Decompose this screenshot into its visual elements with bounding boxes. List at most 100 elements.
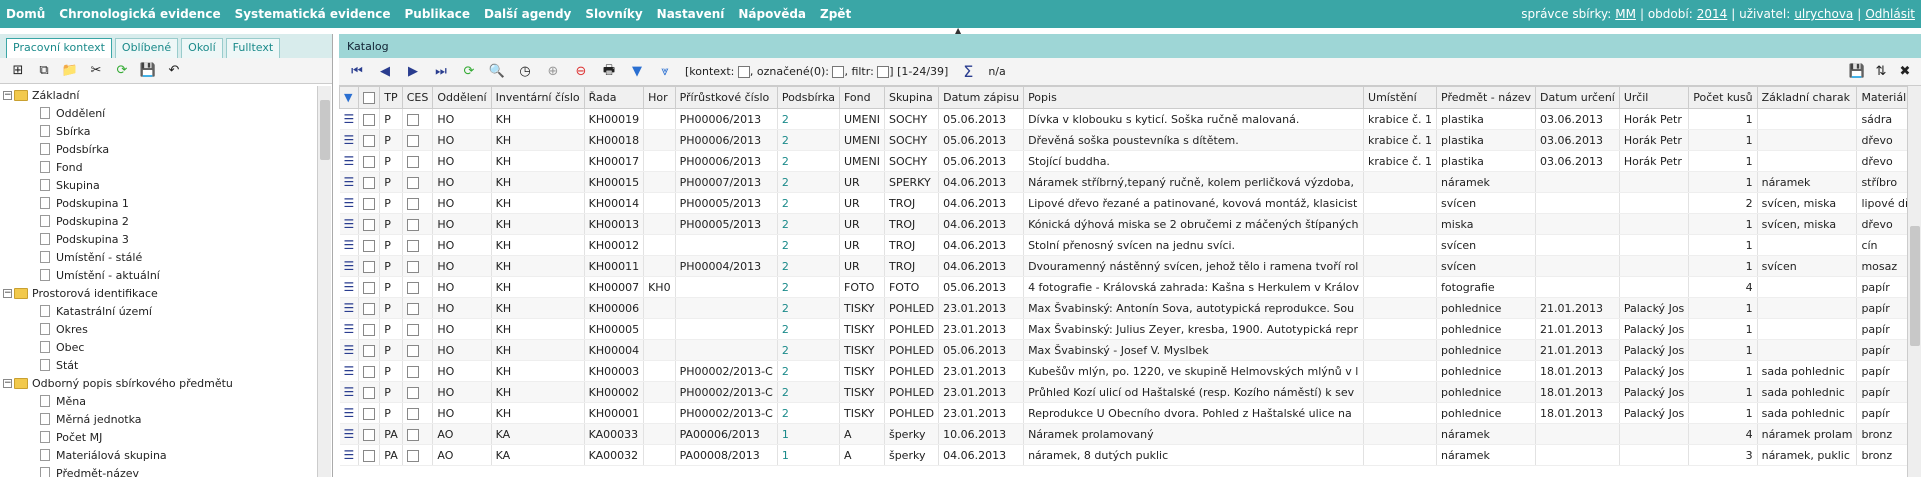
logout-link[interactable]: Odhlásit	[1865, 7, 1915, 21]
collapse-icon[interactable]: −	[3, 90, 12, 100]
row-checkbox[interactable]	[363, 302, 376, 315]
nav-item[interactable]: Chronologická evidence	[59, 7, 220, 21]
tree-item[interactable]: Fond	[0, 158, 316, 176]
table-row[interactable]: ☰ P HO KH KH00018 PH00006/2013 2 UMENI SOCHY 05.0…	[339, 129, 1907, 151]
copy-icon[interactable]: ⧉	[36, 63, 52, 79]
tree-item[interactable]: Katastrální území	[0, 302, 316, 320]
table-row[interactable]: ☰ P HO KH KH00013 PH00005/2013 2 UR TROJ 04.06.20…	[339, 213, 1907, 235]
add-icon[interactable]: ⊞	[10, 63, 26, 79]
marked-checkbox[interactable]	[832, 66, 845, 78]
sort-icon[interactable]: ⇅	[1873, 64, 1889, 80]
nav-item[interactable]: Domů	[6, 7, 45, 21]
detail-icon[interactable]: ☰	[344, 259, 355, 273]
nav-item[interactable]: Další agendy	[484, 7, 571, 21]
column-header[interactable]: Popis	[1023, 86, 1365, 109]
ces-checkbox[interactable]	[406, 155, 419, 168]
table-row[interactable]: ☰ PA AO KA KA00033 PA00006/2013 1 Ašperky 10.06.…	[339, 423, 1907, 445]
table-row[interactable]: ☰ P HO KH KH00005 2 TISKY POHLED 23.01.2013 Max Š…	[339, 318, 1907, 340]
detail-icon[interactable]: ☰	[344, 112, 355, 126]
tree-item[interactable]: Skupina	[0, 176, 316, 194]
left-scrollbar[interactable]	[317, 86, 331, 477]
row-checkbox[interactable]	[363, 113, 376, 126]
nav-item[interactable]: Slovníky	[585, 7, 642, 21]
collapse-icon[interactable]: −	[3, 288, 12, 298]
nav-item[interactable]: Nastavení	[657, 7, 725, 21]
undo-icon[interactable]: ↶	[166, 63, 182, 79]
tree-item[interactable]: Sbírka	[0, 122, 316, 140]
left-tab[interactable]: Pracovní kontext	[6, 38, 112, 58]
filter-checkbox[interactable]	[877, 66, 890, 78]
column-header[interactable]: Skupina	[883, 86, 940, 109]
column-header[interactable]: Předmět - název	[1436, 86, 1537, 109]
select-all-checkbox[interactable]	[363, 92, 376, 104]
detail-icon[interactable]: ☰	[344, 154, 355, 168]
row-checkbox[interactable]	[363, 239, 376, 252]
row-checkbox[interactable]	[363, 134, 376, 147]
table-row[interactable]: ☰ P HO KH KH00004 2 TISKY POHLED 05.06.2013 Max Š…	[339, 339, 1907, 361]
table-row[interactable]: ☰ P HO KH KH00007 KH0 2 FOTO FOTO 05.06.2013 4 fot…	[339, 276, 1907, 298]
detail-icon[interactable]: ☰	[344, 196, 355, 210]
detail-icon[interactable]: ☰	[344, 217, 355, 231]
user-link[interactable]: ulrychova	[1794, 7, 1853, 21]
refresh-icon[interactable]: ⟳	[114, 63, 130, 79]
column-header[interactable]: Určil	[1618, 86, 1690, 109]
detail-icon[interactable]: ☰	[344, 427, 355, 441]
detail-icon[interactable]: ☰	[344, 385, 355, 399]
ces-checkbox[interactable]	[406, 449, 419, 462]
table-row[interactable]: ☰ P HO KH KH00001 PH00002/2013-C 2 TISKY POHLED 2…	[339, 402, 1907, 424]
tree-item[interactable]: Měna	[0, 392, 316, 410]
add-circle-icon[interactable]: ⊕	[545, 64, 561, 80]
row-checkbox[interactable]	[363, 428, 376, 441]
nav-item[interactable]: Zpět	[820, 7, 851, 21]
column-header[interactable]: Datum určení	[1535, 86, 1620, 109]
row-checkbox[interactable]	[363, 260, 376, 273]
column-header[interactable]: Inventární číslo	[490, 86, 585, 109]
clock-icon[interactable]: ◷	[517, 64, 533, 80]
ces-checkbox[interactable]	[406, 365, 419, 378]
row-checkbox[interactable]	[363, 155, 376, 168]
ces-checkbox[interactable]	[406, 134, 419, 147]
column-header[interactable]: Oddělení	[432, 86, 492, 109]
ces-checkbox[interactable]	[406, 260, 419, 273]
row-checkbox[interactable]	[363, 407, 376, 420]
column-header[interactable]: CES	[401, 86, 434, 109]
tree-folder[interactable]: − Prostorová identifikace	[0, 284, 316, 302]
search-icon[interactable]: 🔍	[489, 64, 505, 80]
table-row[interactable]: ☰ P HO KH KH00006 2 TISKY POHLED 23.01.2013 Max Š…	[339, 297, 1907, 319]
filter-icon[interactable]: ▼	[344, 91, 352, 104]
tree-item[interactable]: Obec	[0, 338, 316, 356]
detail-icon[interactable]: ☰	[344, 133, 355, 147]
ces-checkbox[interactable]	[406, 218, 419, 231]
admin-link[interactable]: MM	[1615, 7, 1636, 21]
detail-icon[interactable]: ☰	[344, 280, 355, 294]
row-checkbox[interactable]	[363, 449, 376, 462]
folder-icon[interactable]: 📁	[62, 63, 78, 79]
table-row[interactable]: ☰ P HO KH KH00002 PH00002/2013-C 2 TISKY POHLED 2…	[339, 381, 1907, 403]
column-header[interactable]: Umístění	[1363, 86, 1438, 109]
ces-checkbox[interactable]	[406, 197, 419, 210]
column-header[interactable]: Základní charak	[1756, 86, 1858, 109]
tree-item[interactable]: Oddělení	[0, 104, 316, 122]
column-header[interactable]: TP	[379, 86, 403, 109]
period-link[interactable]: 2014	[1697, 7, 1728, 21]
tree-item[interactable]: Podskupina 2	[0, 212, 316, 230]
column-header[interactable]: Přírůstkové číslo	[674, 86, 778, 109]
ces-checkbox[interactable]	[406, 323, 419, 336]
column-header[interactable]: Datum zápisu	[938, 86, 1025, 109]
ces-checkbox[interactable]	[406, 113, 419, 126]
left-tab[interactable]: Okolí	[181, 38, 223, 58]
tree-item[interactable]: Materiálová skupina	[0, 446, 316, 464]
ces-checkbox[interactable]	[406, 281, 419, 294]
nav-item[interactable]: Nápověda	[738, 7, 806, 21]
detail-icon[interactable]: ☰	[344, 448, 355, 462]
delete-circle-icon[interactable]: ⊖	[573, 64, 589, 80]
detail-icon[interactable]: ☰	[344, 322, 355, 336]
ces-checkbox[interactable]	[406, 302, 419, 315]
column-header[interactable]: Materiál	[1856, 86, 1907, 109]
refresh-icon[interactable]: ⟳	[461, 64, 477, 80]
column-header[interactable]: Podsbírka	[776, 86, 841, 109]
ces-checkbox[interactable]	[406, 386, 419, 399]
context-checkbox[interactable]	[737, 66, 750, 78]
column-header[interactable]	[358, 86, 381, 109]
nav-item[interactable]: Publikace	[405, 7, 470, 21]
